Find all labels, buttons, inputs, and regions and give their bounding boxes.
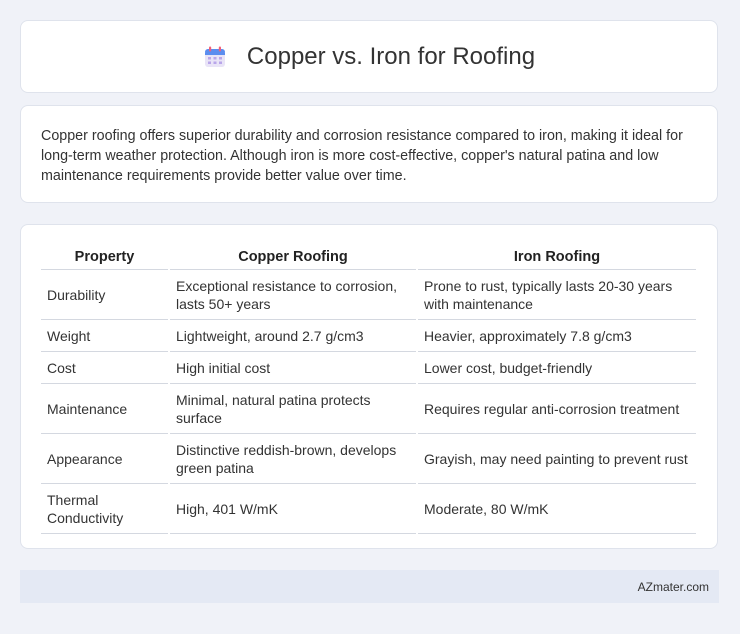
table-row: Weight Lightweight, around 2.7 g/cm3 Hea… bbox=[41, 320, 696, 352]
table-row: Cost High initial cost Lower cost, budge… bbox=[41, 352, 696, 384]
page-title: Copper vs. Iron for Roofing bbox=[246, 42, 536, 70]
table-row: Appearance Distinctive reddish-brown, de… bbox=[41, 434, 696, 484]
calendar-icon bbox=[204, 46, 225, 67]
cell-property: Maintenance bbox=[41, 384, 168, 434]
cell-iron: Grayish, may need painting to prevent ru… bbox=[418, 434, 696, 484]
cell-copper: Distinctive reddish-brown, develops gree… bbox=[170, 434, 416, 484]
header-property: Property bbox=[41, 245, 168, 270]
footer-text: AZmater.com bbox=[637, 579, 709, 594]
cell-copper: Lightweight, around 2.7 g/cm3 bbox=[170, 320, 416, 352]
cell-property: Thermal Conductivity bbox=[41, 484, 168, 534]
cell-property: Cost bbox=[41, 352, 168, 384]
cell-property: Appearance bbox=[41, 434, 168, 484]
table-row: Durability Exceptional resistance to cor… bbox=[41, 270, 696, 320]
cell-property: Weight bbox=[41, 320, 168, 352]
footer: AZmater.com bbox=[20, 570, 719, 603]
cell-iron: Lower cost, budget-friendly bbox=[418, 352, 696, 384]
title-wrap: Copper vs. Iron for Roofing bbox=[203, 43, 535, 71]
cell-copper: High, 401 W/mK bbox=[170, 484, 416, 534]
table-row: Maintenance Minimal, natural patina prot… bbox=[41, 384, 696, 434]
cell-copper: Exceptional resistance to corrosion, las… bbox=[170, 270, 416, 320]
table-header-row: Property Copper Roofing Iron Roofing bbox=[41, 245, 696, 270]
comparison-table: Property Copper Roofing Iron Roofing Dur… bbox=[39, 245, 698, 534]
header-iron: Iron Roofing bbox=[418, 245, 696, 270]
cell-copper: Minimal, natural patina protects surface bbox=[170, 384, 416, 434]
title-card: Copper vs. Iron for Roofing bbox=[20, 20, 718, 93]
cell-copper: High initial cost bbox=[170, 352, 416, 384]
header-copper: Copper Roofing bbox=[170, 245, 416, 270]
cell-iron: Heavier, approximately 7.8 g/cm3 bbox=[418, 320, 696, 352]
cell-iron: Requires regular anti-corrosion treatmen… bbox=[418, 384, 696, 434]
cell-iron: Moderate, 80 W/mK bbox=[418, 484, 696, 534]
table-row: Thermal Conductivity High, 401 W/mK Mode… bbox=[41, 484, 696, 534]
cell-property: Durability bbox=[41, 270, 168, 320]
table-card: Property Copper Roofing Iron Roofing Dur… bbox=[20, 224, 718, 549]
cell-iron: Prone to rust, typically lasts 20-30 yea… bbox=[418, 270, 696, 320]
summary-text: Copper roofing offers superior durabilit… bbox=[41, 128, 683, 184]
summary-card: Copper roofing offers superior durabilit… bbox=[20, 105, 718, 203]
